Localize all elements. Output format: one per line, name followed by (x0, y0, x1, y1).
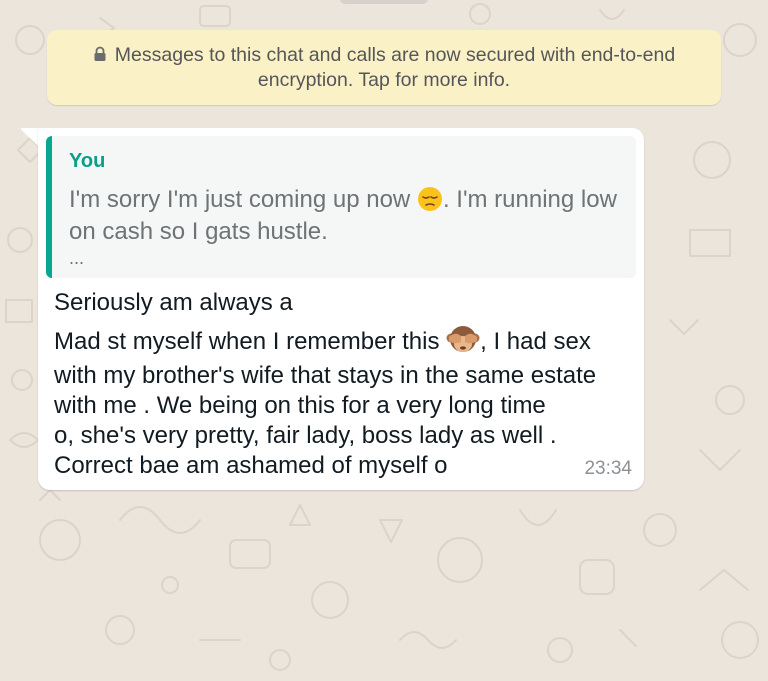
quote-accent-bar (46, 136, 52, 278)
message-line-6: Correct bae am ashamed of myself o (54, 452, 448, 479)
message-line-4: with me . We being on this for a very lo… (54, 392, 546, 419)
bubble-tail (20, 128, 40, 146)
encryption-notice-label: Messages to this chat and calls are now … (114, 43, 676, 91)
quoted-ellipsis: ... (69, 248, 85, 268)
quoted-author: You (69, 150, 106, 172)
message-line-1: Seriously am always a (54, 289, 293, 316)
encryption-notice[interactable]: Messages to this chat and calls are now … (47, 30, 721, 105)
quoted-text: I'm sorry I'm just coming up now . I'm r… (69, 184, 629, 248)
lock-icon (94, 46, 106, 61)
message-line-5: o, she's very pretty, fair lady, boss la… (54, 422, 557, 449)
message-line-2-end: , I had sex (480, 328, 591, 355)
incoming-message-bubble[interactable]: You I'm sorry I'm just coming up now . I… (38, 128, 644, 490)
message-line-3: with my brother's wife that stays in the… (54, 362, 597, 389)
scroll-handle (340, 0, 428, 4)
quoted-text-start: I'm sorry I'm just coming up now (69, 186, 417, 213)
pensive-face-icon (417, 187, 442, 211)
encryption-notice-text: Messages to this chat and calls are now … (84, 43, 684, 93)
quoted-message[interactable]: You I'm sorry I'm just coming up now . I… (46, 136, 636, 278)
message-line-2-start: Mad st myself when I remember this (54, 328, 440, 355)
message-line-2: Mad st myself when I remember this , I h… (54, 323, 591, 357)
message-timestamp: 23:34 (584, 458, 632, 479)
see-no-evil-monkey-icon (446, 326, 480, 352)
